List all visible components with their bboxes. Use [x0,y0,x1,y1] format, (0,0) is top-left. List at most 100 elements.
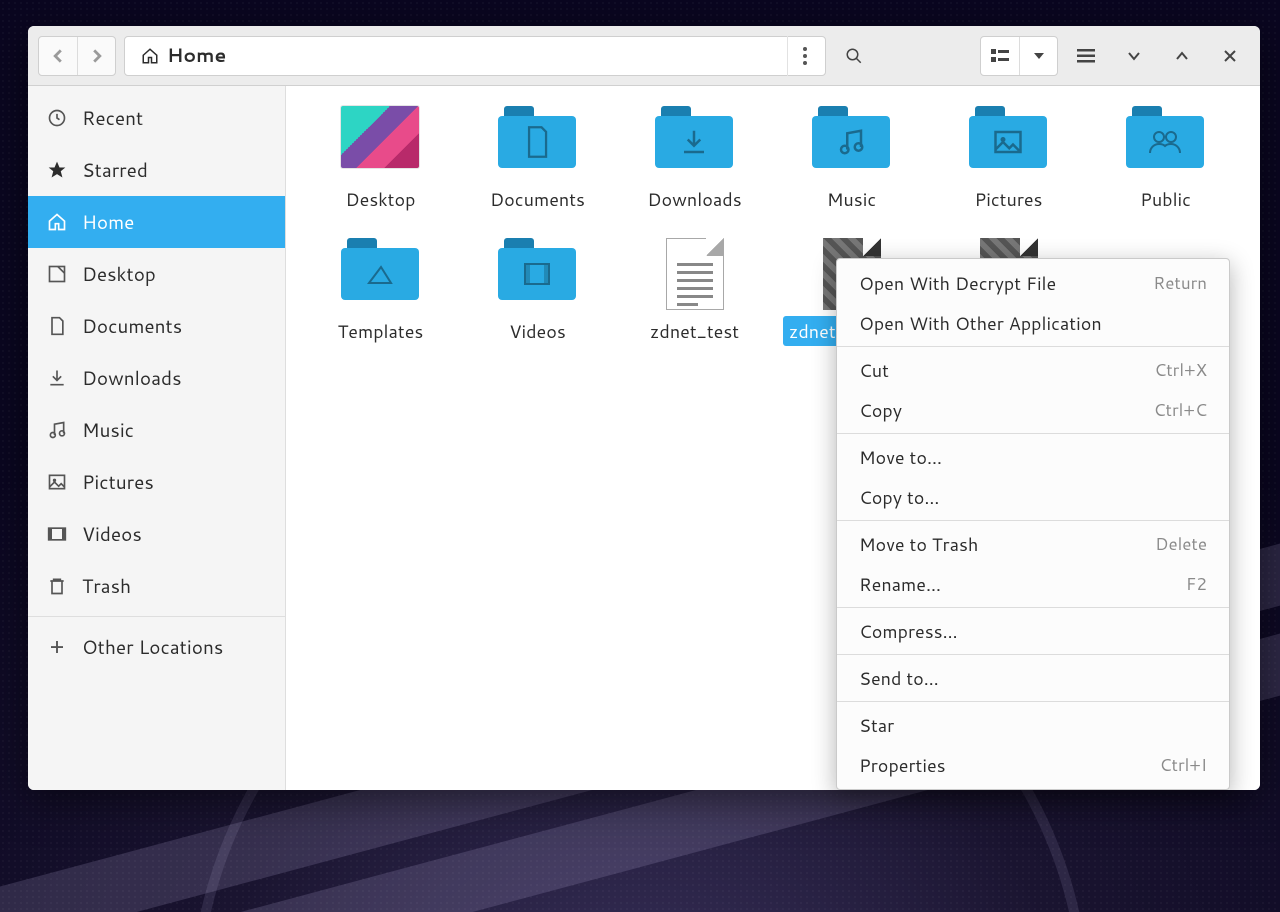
icon-view-button[interactable] [981,37,1019,75]
home-icon [46,211,68,233]
sidebar-item-trash[interactable]: Trash [28,560,285,612]
file-item-label: Videos [503,316,572,346]
file-item-label: Public [1134,184,1197,214]
ctx-cut[interactable]: CutCtrl+X [837,350,1229,390]
file-item-music[interactable]: Music [781,106,922,214]
path-crumb-home[interactable]: Home [129,39,238,73]
path-crumb-label: Home [167,42,226,69]
clock-icon [46,107,68,129]
triangle-down-icon [1033,52,1045,60]
sidebar-item-desktop[interactable]: Desktop [28,248,285,300]
sidebar-item-label: Documents [82,313,182,340]
close-button[interactable] [1210,36,1250,76]
file-item-label: Pictures [969,184,1049,214]
file-item-label: Documents [484,184,591,214]
sidebar-item-documents[interactable]: Documents [28,300,285,352]
folder-icon [655,106,733,168]
folder-icon [812,106,890,168]
file-item-pictures[interactable]: Pictures [938,106,1079,214]
sidebar-item-pictures[interactable]: Pictures [28,456,285,508]
file-item-label: Desktop [340,184,422,214]
path-more-button[interactable] [787,36,821,76]
forward-button[interactable] [77,37,115,75]
nav-buttons [38,36,116,76]
sidebar-item-music[interactable]: Music [28,404,285,456]
ctx-open-with-decrypt[interactable]: Open With Decrypt FileReturn [837,263,1229,303]
toolbar: Home [28,26,1260,86]
file-item-videos[interactable]: Videos [467,238,608,346]
file-item-label: Music [821,184,882,214]
star-icon [46,159,68,181]
file-item-label: Templates [332,316,430,346]
search-button[interactable] [834,36,874,76]
sidebar-item-label: Downloads [82,365,182,392]
sidebar-item-label: Other Locations [82,634,223,661]
sidebar-item-label: Desktop [82,261,156,288]
chevron-right-icon [90,49,104,63]
ctx-separator [837,701,1229,702]
sidebar-item-label: Videos [82,521,142,548]
ctx-copy-to[interactable]: Copy to… [837,477,1229,517]
sidebar-item-label: Recent [82,105,143,132]
sidebar-item-label: Home [82,209,134,236]
kebab-icon [803,47,807,65]
ctx-properties[interactable]: PropertiesCtrl+I [837,745,1229,785]
sidebar-item-recent[interactable]: Recent [28,92,285,144]
sidebar-item-videos[interactable]: Videos [28,508,285,560]
ctx-open-with-other[interactable]: Open With Other Application [837,303,1229,343]
ctx-copy[interactable]: CopyCtrl+C [837,390,1229,430]
ctx-send-to[interactable]: Send to… [837,658,1229,698]
ctx-rename[interactable]: Rename…F2 [837,564,1229,604]
desktop-icon [46,263,68,285]
folder-icon [498,106,576,168]
sidebar-item-label: Starred [82,157,148,184]
text-file-icon [666,238,724,310]
sidebar: Recent Starred Home Desktop Documents Do… [28,86,286,790]
ctx-star[interactable]: Star [837,705,1229,745]
sidebar-item-other-locations[interactable]: Other Locations [28,621,285,673]
ctx-move-to[interactable]: Move to… [837,437,1229,477]
list-compact-icon [991,49,1009,63]
view-dropdown-button[interactable] [1019,37,1057,75]
file-item-templates[interactable]: Templates [310,238,451,346]
ctx-move-trash[interactable]: Move to TrashDelete [837,524,1229,564]
file-item-downloads[interactable]: Downloads [624,106,765,214]
file-item-desktop[interactable]: Desktop [310,106,451,214]
folder-icon [969,106,1047,168]
view-mode-split [980,36,1058,76]
minimize-button[interactable] [1114,36,1154,76]
sidebar-item-home[interactable]: Home [28,196,285,248]
file-item-label: Downloads [641,184,747,214]
folder-icon [341,238,419,300]
maximize-button[interactable] [1162,36,1202,76]
ctx-separator [837,607,1229,608]
file-item-documents[interactable]: Documents [467,106,608,214]
document-icon [46,315,68,337]
file-item-text[interactable]: zdnet_test [624,238,765,346]
sidebar-item-label: Pictures [82,469,154,496]
ctx-separator [837,433,1229,434]
ctx-separator [837,346,1229,347]
folder-icon [1126,106,1204,168]
video-icon [46,523,68,545]
ctx-compress[interactable]: Compress… [837,611,1229,651]
hamburger-icon [1077,49,1095,63]
desktop-thumbnail-icon [341,106,419,168]
chevron-down-icon [1127,51,1141,61]
picture-icon [46,471,68,493]
ctx-separator [837,520,1229,521]
sidebar-item-downloads[interactable]: Downloads [28,352,285,404]
sidebar-separator [28,616,285,617]
back-button[interactable] [39,37,77,75]
close-icon [1223,49,1237,63]
folder-icon [498,238,576,300]
ctx-separator [837,654,1229,655]
file-item-label: zdnet_test [644,316,745,346]
home-icon [141,47,159,65]
plus-icon [46,636,68,658]
chevron-up-icon [1175,51,1189,61]
path-bar[interactable]: Home [124,36,826,76]
file-item-public[interactable]: Public [1095,106,1236,214]
sidebar-item-starred[interactable]: Starred [28,144,285,196]
hamburger-menu-button[interactable] [1066,36,1106,76]
